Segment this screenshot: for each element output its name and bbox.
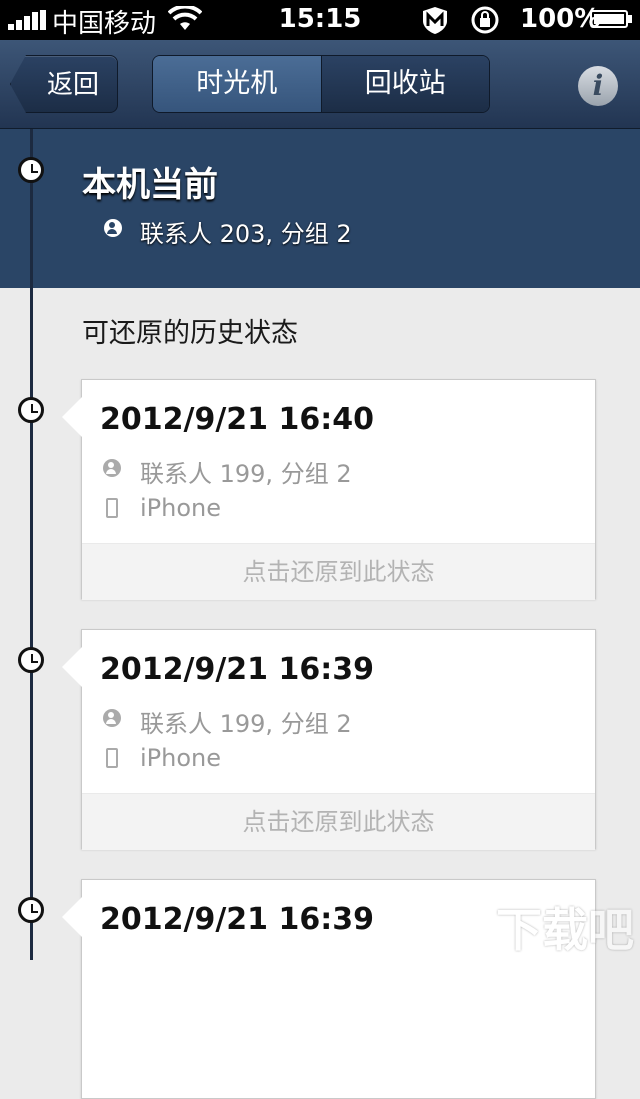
current-contacts-summary: 联系人 203, 分组 2	[140, 220, 352, 248]
nav-bar: 返回 时光机 回收站 i	[0, 40, 640, 129]
current-state-title: 本机当前	[82, 165, 218, 205]
clock-icon	[18, 897, 44, 923]
contact-icon	[103, 709, 121, 727]
watermark-logo: 下载吧	[496, 903, 634, 957]
contact-icon	[104, 219, 122, 237]
rotation-lock-icon	[470, 5, 500, 42]
entry-contacts-summary: 联系人 199, 分组 2	[140, 460, 352, 488]
contact-icon	[103, 459, 121, 477]
entry-time: 2012/9/21 16:40	[100, 402, 374, 437]
clock-icon	[18, 157, 44, 183]
entry-device: iPhone	[140, 744, 222, 772]
phone-icon	[106, 498, 118, 518]
history-entry-card: 2012/9/21 16:40 联系人 199, 分组 2 iPhone 点击还…	[62, 379, 596, 600]
shield-m-icon	[420, 5, 450, 42]
segment-time-machine[interactable]: 时光机	[153, 56, 322, 112]
history-section-title: 可还原的历史状态	[82, 318, 298, 349]
phone-icon	[106, 748, 118, 768]
battery-icon	[590, 10, 632, 28]
current-state-panel	[0, 129, 640, 288]
battery-percent: 100%	[520, 4, 601, 34]
entry-time: 2012/9/21 16:39	[100, 652, 374, 687]
entry-device: iPhone	[140, 494, 222, 522]
history-entry-card: 2012/9/21 16:39 联系人 199, 分组 2 iPhone 点击还…	[62, 629, 596, 850]
clock-icon	[18, 397, 44, 423]
info-button[interactable]: i	[578, 66, 618, 106]
segment-recycle-bin[interactable]: 回收站	[321, 56, 489, 112]
clock-icon	[18, 647, 44, 673]
restore-button[interactable]: 点击还原到此状态	[82, 543, 595, 600]
entry-contacts-summary: 联系人 199, 分组 2	[140, 710, 352, 738]
status-bar: 中国移动 15:15 100%	[0, 0, 640, 40]
restore-button[interactable]: 点击还原到此状态	[82, 793, 595, 850]
segmented-control: 时光机 回收站	[152, 55, 490, 113]
back-button[interactable]: 返回	[10, 55, 118, 113]
timeline-line	[30, 129, 33, 960]
entry-time: 2012/9/21 16:39	[100, 902, 374, 937]
